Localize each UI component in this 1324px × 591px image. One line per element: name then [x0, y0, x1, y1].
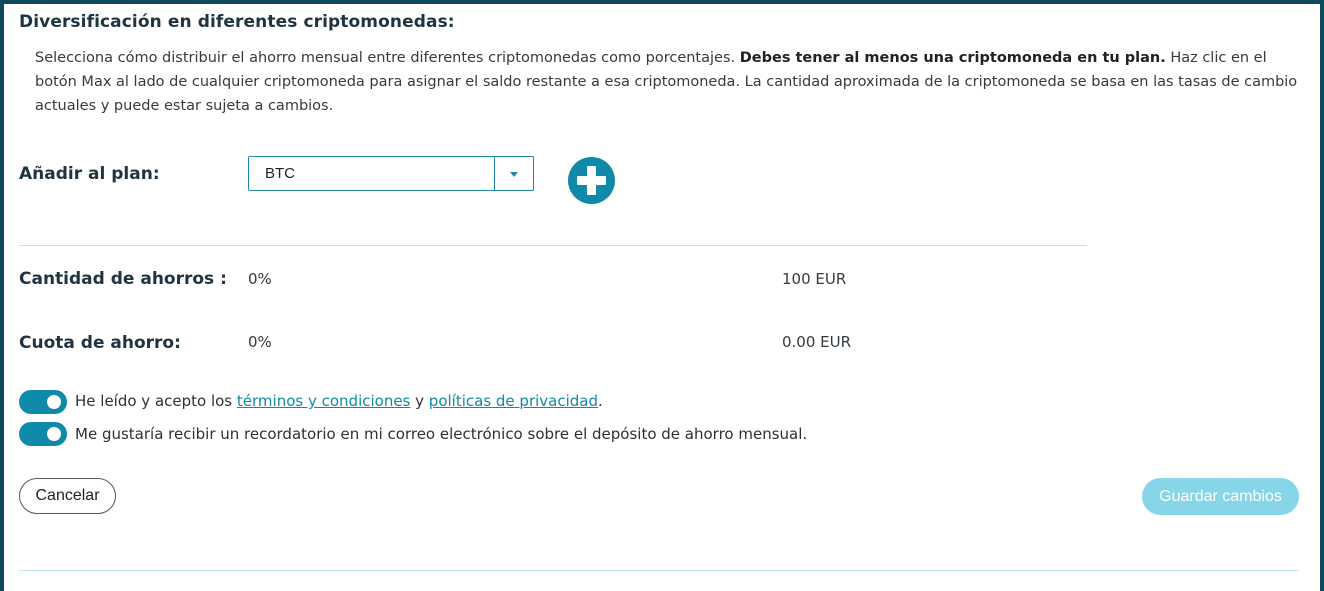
- terms-link[interactable]: términos y condiciones: [237, 392, 410, 410]
- add-plan-label: Añadir al plan:: [19, 164, 160, 184]
- reminder-toggle[interactable]: [19, 422, 67, 446]
- save-changes-button[interactable]: Guardar cambios: [1142, 478, 1299, 515]
- crypto-select[interactable]: BTC: [248, 156, 534, 191]
- savings-fee-label: Cuota de ahorro:: [19, 333, 181, 353]
- savings-fee-percent: 0%: [248, 333, 272, 351]
- select-divider: [494, 157, 495, 190]
- plus-vertical: [587, 166, 596, 195]
- toggle-knob: [47, 427, 61, 441]
- chevron-down-icon[interactable]: [510, 172, 518, 177]
- savings-amount-percent: 0%: [248, 270, 272, 288]
- description-text: Selecciona cómo distribuir el ahorro men…: [35, 50, 740, 66]
- terms-toggle-label: He leído y acepto los términos y condici…: [75, 392, 603, 410]
- savings-amount-value: 100 EUR: [782, 270, 847, 288]
- divider: [19, 245, 1087, 246]
- savings-fee-value: 0.00 EUR: [782, 333, 852, 351]
- terms-prefix: He leído y acepto los: [75, 392, 237, 410]
- bottom-divider: [19, 570, 1299, 571]
- crypto-select-value: BTC: [265, 165, 295, 182]
- savings-plan-panel: Diversificación en diferentes criptomone…: [4, 4, 1320, 591]
- reminder-toggle-label: Me gustaría recibir un recordatorio en m…: [75, 425, 808, 443]
- toggle-knob: [47, 395, 61, 409]
- description-required-note: Debes tener al menos una criptomoneda en…: [739, 50, 1166, 66]
- section-description: Selecciona cómo distribuir el ahorro men…: [35, 46, 1307, 118]
- privacy-link[interactable]: políticas de privacidad: [429, 392, 598, 410]
- terms-middle: y: [410, 392, 429, 410]
- terms-toggle[interactable]: [19, 390, 67, 414]
- section-title: Diversificación en diferentes criptomone…: [19, 12, 455, 32]
- cancel-button[interactable]: Cancelar: [19, 478, 116, 514]
- plus-circle-icon[interactable]: [568, 157, 615, 204]
- terms-suffix: .: [598, 392, 603, 410]
- savings-amount-label: Cantidad de ahorros :: [19, 269, 227, 289]
